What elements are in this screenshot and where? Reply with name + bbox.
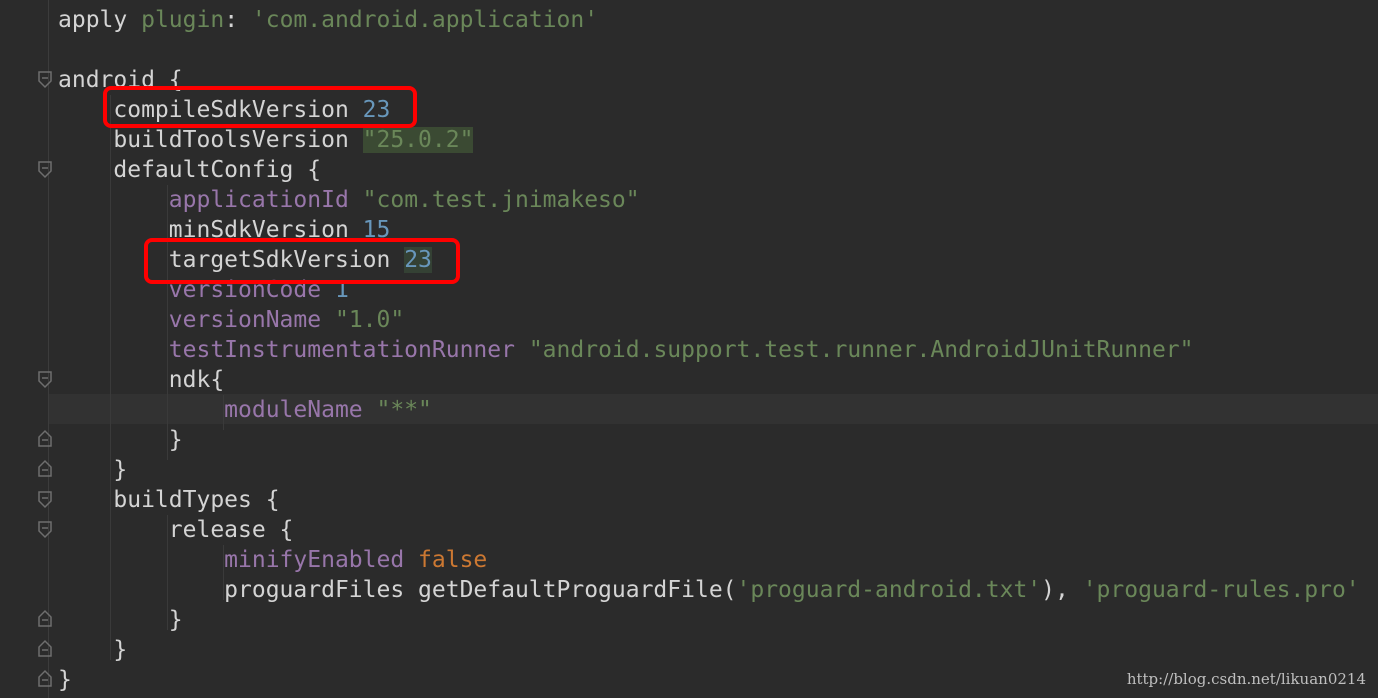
code-token: buildTypes { bbox=[58, 487, 280, 513]
fold-open-icon[interactable] bbox=[37, 521, 53, 539]
fold-close-icon[interactable] bbox=[37, 609, 53, 627]
code-token: false bbox=[418, 547, 488, 573]
code-line[interactable]: release { bbox=[58, 515, 294, 545]
code-token: testInstrumentationRunner bbox=[168, 337, 515, 363]
code-token: } bbox=[58, 667, 72, 693]
annotation-box-target-sdk bbox=[144, 238, 460, 284]
fold-open-icon[interactable] bbox=[37, 371, 53, 389]
code-token: moduleName bbox=[224, 397, 363, 423]
code-line[interactable]: proguardFiles getDefaultProguardFile('pr… bbox=[58, 575, 1360, 605]
code-token: } bbox=[58, 637, 128, 663]
editor-gutter bbox=[0, 0, 49, 698]
fold-open-icon[interactable] bbox=[37, 71, 53, 89]
code-token: 'proguard-android.txt' bbox=[736, 577, 1042, 603]
code-token: proguardFiles getDefaultProguardFile( bbox=[58, 577, 737, 603]
code-token: release { bbox=[58, 517, 294, 543]
code-token: } bbox=[58, 607, 183, 633]
code-line[interactable]: buildTypes { bbox=[58, 485, 280, 515]
watermark: http://blog.csdn.net/likuan0214 bbox=[1126, 670, 1366, 688]
code-token: : bbox=[224, 7, 252, 33]
code-line[interactable]: moduleName "**" bbox=[58, 395, 432, 425]
code-token: defaultConfig { bbox=[58, 157, 322, 183]
code-line[interactable]: buildToolsVersion "25.0.2" bbox=[58, 125, 474, 155]
code-line[interactable]: apply plugin: 'com.android.application' bbox=[58, 5, 598, 35]
code-token: "com.test.jnimakeso" bbox=[362, 187, 640, 213]
code-line[interactable]: defaultConfig { bbox=[58, 155, 321, 185]
code-token: ), bbox=[1041, 577, 1083, 603]
code-line[interactable]: } bbox=[58, 455, 127, 485]
code-token: 'com.android.application' bbox=[251, 7, 599, 33]
code-line[interactable]: applicationId "com.test.jnimakeso" bbox=[58, 185, 640, 215]
code-token: 'proguard-rules.pro' bbox=[1082, 577, 1360, 603]
code-line[interactable]: testInstrumentationRunner "android.suppo… bbox=[58, 335, 1194, 365]
fold-close-icon[interactable] bbox=[37, 429, 53, 447]
fold-open-icon[interactable] bbox=[37, 161, 53, 179]
code-line[interactable]: } bbox=[58, 665, 72, 695]
code-token: "25.0.2" bbox=[362, 127, 474, 153]
code-token: apply bbox=[58, 7, 142, 33]
code-line[interactable]: ndk{ bbox=[58, 365, 224, 395]
fold-open-icon[interactable] bbox=[37, 491, 53, 509]
code-editor[interactable]: apply plugin: 'com.android.application' … bbox=[0, 0, 1378, 698]
annotation-box-compile-sdk bbox=[103, 86, 417, 128]
code-token: "android.support.test.runner.AndroidJUni… bbox=[528, 337, 1194, 363]
code-token: applicationId bbox=[168, 187, 349, 213]
code-token: "**" bbox=[376, 397, 432, 423]
code-token: minifyEnabled bbox=[224, 547, 405, 573]
code-token: buildToolsVersion bbox=[58, 127, 363, 153]
code-token: } bbox=[58, 427, 183, 453]
code-token: plugin bbox=[141, 7, 225, 33]
fold-close-icon[interactable] bbox=[37, 459, 53, 477]
code-line[interactable]: } bbox=[58, 635, 127, 665]
code-token: "1.0" bbox=[334, 307, 405, 333]
code-token: versionName bbox=[168, 307, 322, 333]
fold-close-icon[interactable] bbox=[37, 639, 53, 657]
code-line[interactable]: versionName "1.0" bbox=[58, 305, 404, 335]
fold-close-icon[interactable] bbox=[37, 669, 53, 687]
code-line[interactable]: } bbox=[58, 425, 183, 455]
code-token: } bbox=[58, 457, 128, 483]
code-line[interactable]: minifyEnabled false bbox=[58, 545, 487, 575]
code-line[interactable]: } bbox=[58, 605, 183, 635]
code-token: ndk{ bbox=[58, 367, 225, 393]
